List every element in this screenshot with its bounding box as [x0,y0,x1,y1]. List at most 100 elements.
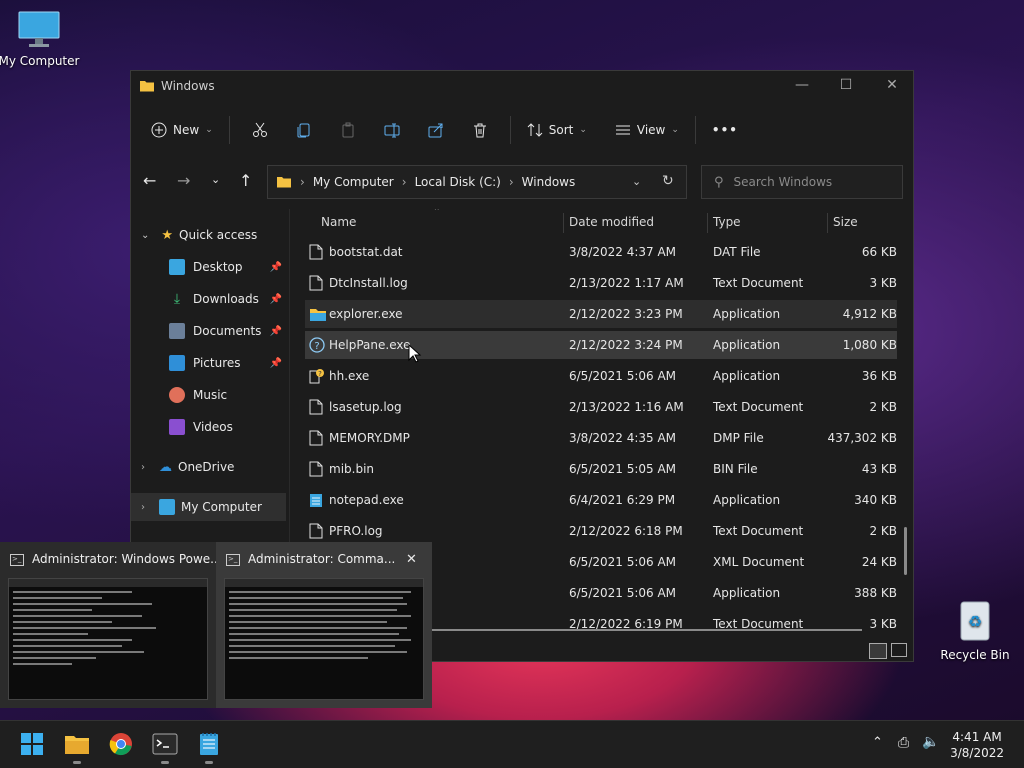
address-dropdown-chevron-icon[interactable]: ⌄ [632,175,641,188]
vertical-scrollbar[interactable] [904,527,907,575]
rename-button[interactable] [378,114,406,146]
copy-icon [297,123,310,138]
chevron-down-icon: ⌄ [671,125,679,135]
sidebar-item-onedrive[interactable]: › ☁ OneDrive [131,453,286,481]
svg-text:?: ? [314,341,319,352]
sort-label: Sort [548,123,574,137]
system-clock[interactable]: 4:41 AM 3/8/2022 [950,729,1004,761]
sidebar-item-downloads[interactable]: ⤓ Downloads 📌 [131,285,286,313]
refresh-icon[interactable]: ↻ [662,173,674,189]
chevron-right-icon: › [141,461,145,473]
toolbar-divider [509,116,511,144]
file-type: Application [713,338,781,352]
taskbar-terminal[interactable] [150,729,180,764]
thumbnail-title: Administrator: Windows Powe... [32,552,222,566]
file-row[interactable]: explorer.exe 2/12/2022 3:23 PM Application… [305,300,897,328]
more-options-button[interactable]: ••• [704,114,746,146]
share-button[interactable] [422,114,450,146]
back-arrow-icon[interactable]: ← [143,171,156,190]
taskbar-notepad[interactable] [194,729,224,764]
column-headers: Name ⌃ Date modified Type Size [301,209,901,237]
file-row[interactable]: DtcInstall.log 2/13/2022 1:17 AM Text Docu… [305,269,897,297]
column-header-date[interactable]: Date modified [569,215,654,229]
taskbar-file-explorer[interactable] [62,729,92,764]
folder-icon [140,81,154,92]
thumbnail-powershell[interactable]: >_ Administrator: Windows Powe... [0,542,222,708]
file-icon [309,461,323,477]
search-box[interactable]: ⚲ Search Windows [701,165,903,199]
address-bar[interactable]: › My Computer › Local Disk (C:) › Window… [267,165,687,199]
sort-button[interactable]: Sort ⌄ [519,114,595,146]
file-type: Application [713,586,781,600]
maximize-button[interactable]: ☐ [823,77,869,93]
file-row[interactable]: PFRO.log 2/12/2022 6:18 PM Text Document 2 … [305,517,897,545]
start-button[interactable] [17,729,47,759]
column-header-name[interactable]: Name [321,215,356,229]
sidebar-item-pictures[interactable]: Pictures 📌 [131,349,286,377]
music-icon [169,387,185,403]
file-row[interactable]: lsasetup.log 2/13/2022 1:16 AM Text Docume… [305,393,897,421]
scissors-icon [252,122,267,137]
file-size: 36 KB [861,369,897,383]
file-row[interactable]: ? HelpPane.exe 2/12/2022 3:24 PM Applicatio… [305,331,897,359]
column-header-type[interactable]: Type [713,215,741,229]
svg-text:?: ? [318,370,322,378]
new-button[interactable]: New ⌄ [143,114,221,146]
column-divider[interactable] [563,213,564,233]
breadcrumb-windows[interactable]: Windows [522,175,576,189]
file-date: 2/13/2022 1:16 AM [569,400,684,414]
close-button[interactable]: ✕ [869,77,915,93]
up-arrow-icon[interactable]: ↑ [239,171,252,190]
terminal-icon [152,733,178,755]
view-button[interactable]: View ⌄ [607,114,687,146]
column-header-size[interactable]: Size [833,215,858,229]
column-divider[interactable] [827,213,828,233]
sidebar-item-music[interactable]: Music [131,381,286,409]
cut-button[interactable] [246,114,274,146]
sidebar-item-label: Quick access [179,228,258,242]
file-date: 2/12/2022 3:24 PM [569,338,683,352]
copy-button[interactable] [290,114,318,146]
column-divider[interactable] [707,213,708,233]
sidebar-item-quick-access[interactable]: ⌄ ★ Quick access [131,221,286,249]
sidebar-item-label: Documents [193,324,262,338]
paste-button[interactable] [334,114,362,146]
show-hidden-icons-chevron-icon[interactable]: ⌃ [872,735,883,750]
pin-icon: 📌 [269,357,282,369]
file-row[interactable]: bootstat.dat 3/8/2022 4:37 AM DAT File 66 K… [305,238,897,266]
view-list-icon [615,125,630,135]
file-row[interactable]: mib.bin 6/5/2021 5:05 AM BIN File 43 KB [305,455,897,483]
file-row[interactable]: MEMORY.DMP 3/8/2022 4:35 AM DMP File 437,30… [305,424,897,452]
start-icon [21,733,43,755]
file-row[interactable]: notepad.exe 6/4/2021 6:29 PM Application 34… [305,486,897,514]
sidebar-item-my-computer[interactable]: › My Computer [131,493,286,521]
file-date: 3/8/2022 4:37 AM [569,245,677,259]
thumbnail-command-prompt[interactable]: >_ Administrator: Comma... ✕ [216,542,432,708]
file-row[interactable]: ? hh.exe 6/5/2021 5:06 AM Application 36 KB [305,362,897,390]
details-view-icon[interactable] [869,643,887,659]
monitor-icon [18,11,60,47]
file-type: Text Document [713,400,804,414]
notepad-icon [200,733,218,755]
sidebar-item-videos[interactable]: Videos [131,413,286,441]
file-date: 2/13/2022 1:17 AM [569,276,684,290]
sidebar-item-label: My Computer [181,500,262,514]
forward-arrow-icon[interactable]: → [177,171,190,190]
minimize-button[interactable]: — [779,77,825,93]
delete-button[interactable] [466,114,494,146]
taskbar-chrome[interactable] [106,729,136,759]
close-icon[interactable]: ✕ [406,552,417,567]
volume-icon[interactable]: 🔈 [922,734,939,750]
breadcrumb-my-computer[interactable]: My Computer [313,175,394,189]
file-name: mib.bin [329,462,375,476]
file-date: 6/5/2021 5:06 AM [569,369,677,383]
desktop-icon-recycle-bin[interactable]: ♻ Recycle Bin [932,598,1018,662]
sidebar-item-documents[interactable]: Documents 📌 [131,317,286,345]
pin-icon: 📌 [269,325,282,337]
sidebar-item-desktop[interactable]: Desktop 📌 [131,253,286,281]
breadcrumb-local-disk[interactable]: Local Disk (C:) [415,175,501,189]
network-icon[interactable]: ⎙ [898,735,909,751]
recent-locations-chevron-icon[interactable]: ⌄ [211,173,220,186]
desktop-icon-my-computer[interactable]: My Computer [0,10,82,68]
tiles-view-icon[interactable] [891,643,907,657]
